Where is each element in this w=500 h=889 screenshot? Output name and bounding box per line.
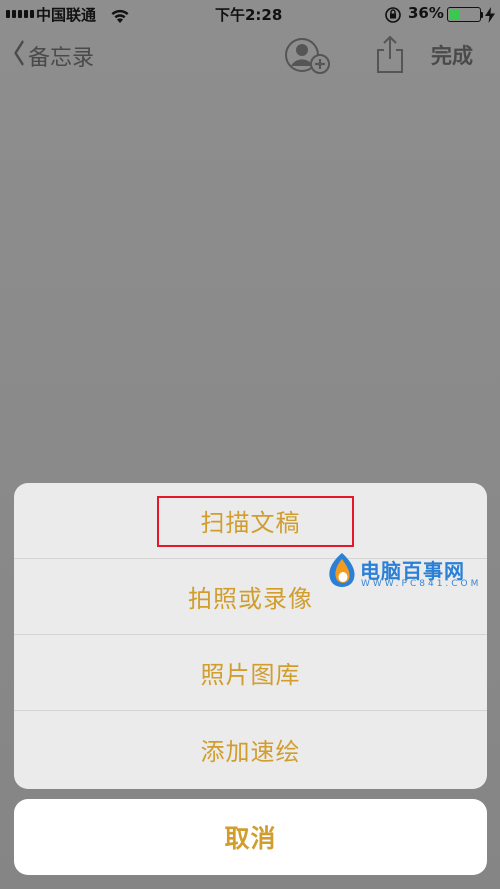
nav-bar: 备忘录 完成 [0, 30, 500, 80]
wifi-icon [109, 6, 131, 28]
highlight-box [157, 496, 354, 547]
rotation-lock-icon [384, 6, 402, 28]
clock: 下午2:28 [215, 6, 283, 24]
add-person-icon[interactable] [283, 37, 335, 81]
back-chevron-icon [14, 40, 24, 72]
battery-cap [481, 12, 483, 18]
back-button[interactable]: 备忘录 [12, 40, 94, 72]
screen: 中国联通 下午2:28 36% 备忘录 完成 扫描文稿 拍照或录像 照片图库 添… [0, 0, 500, 889]
cancel-button[interactable]: 取消 [14, 799, 487, 875]
watermark-logo-icon [329, 553, 355, 587]
done-button[interactable]: 完成 [431, 40, 473, 70]
signal-icon [6, 10, 34, 18]
carrier-label: 中国联通 [36, 6, 97, 24]
add-sketch-option[interactable]: 添加速绘 [14, 711, 487, 787]
watermark-url: WWW.PC841.COM [361, 579, 482, 589]
battery-percent: 36% [408, 4, 444, 22]
battery-icon [447, 7, 481, 22]
status-bar: 中国联通 下午2:28 36% [0, 0, 500, 30]
back-label: 备忘录 [28, 46, 95, 71]
charging-icon [484, 7, 496, 27]
share-icon[interactable] [374, 35, 406, 79]
photo-library-option[interactable]: 照片图库 [14, 635, 487, 711]
watermark: 电脑百事网 WWW.PC841.COM [325, 549, 485, 593]
